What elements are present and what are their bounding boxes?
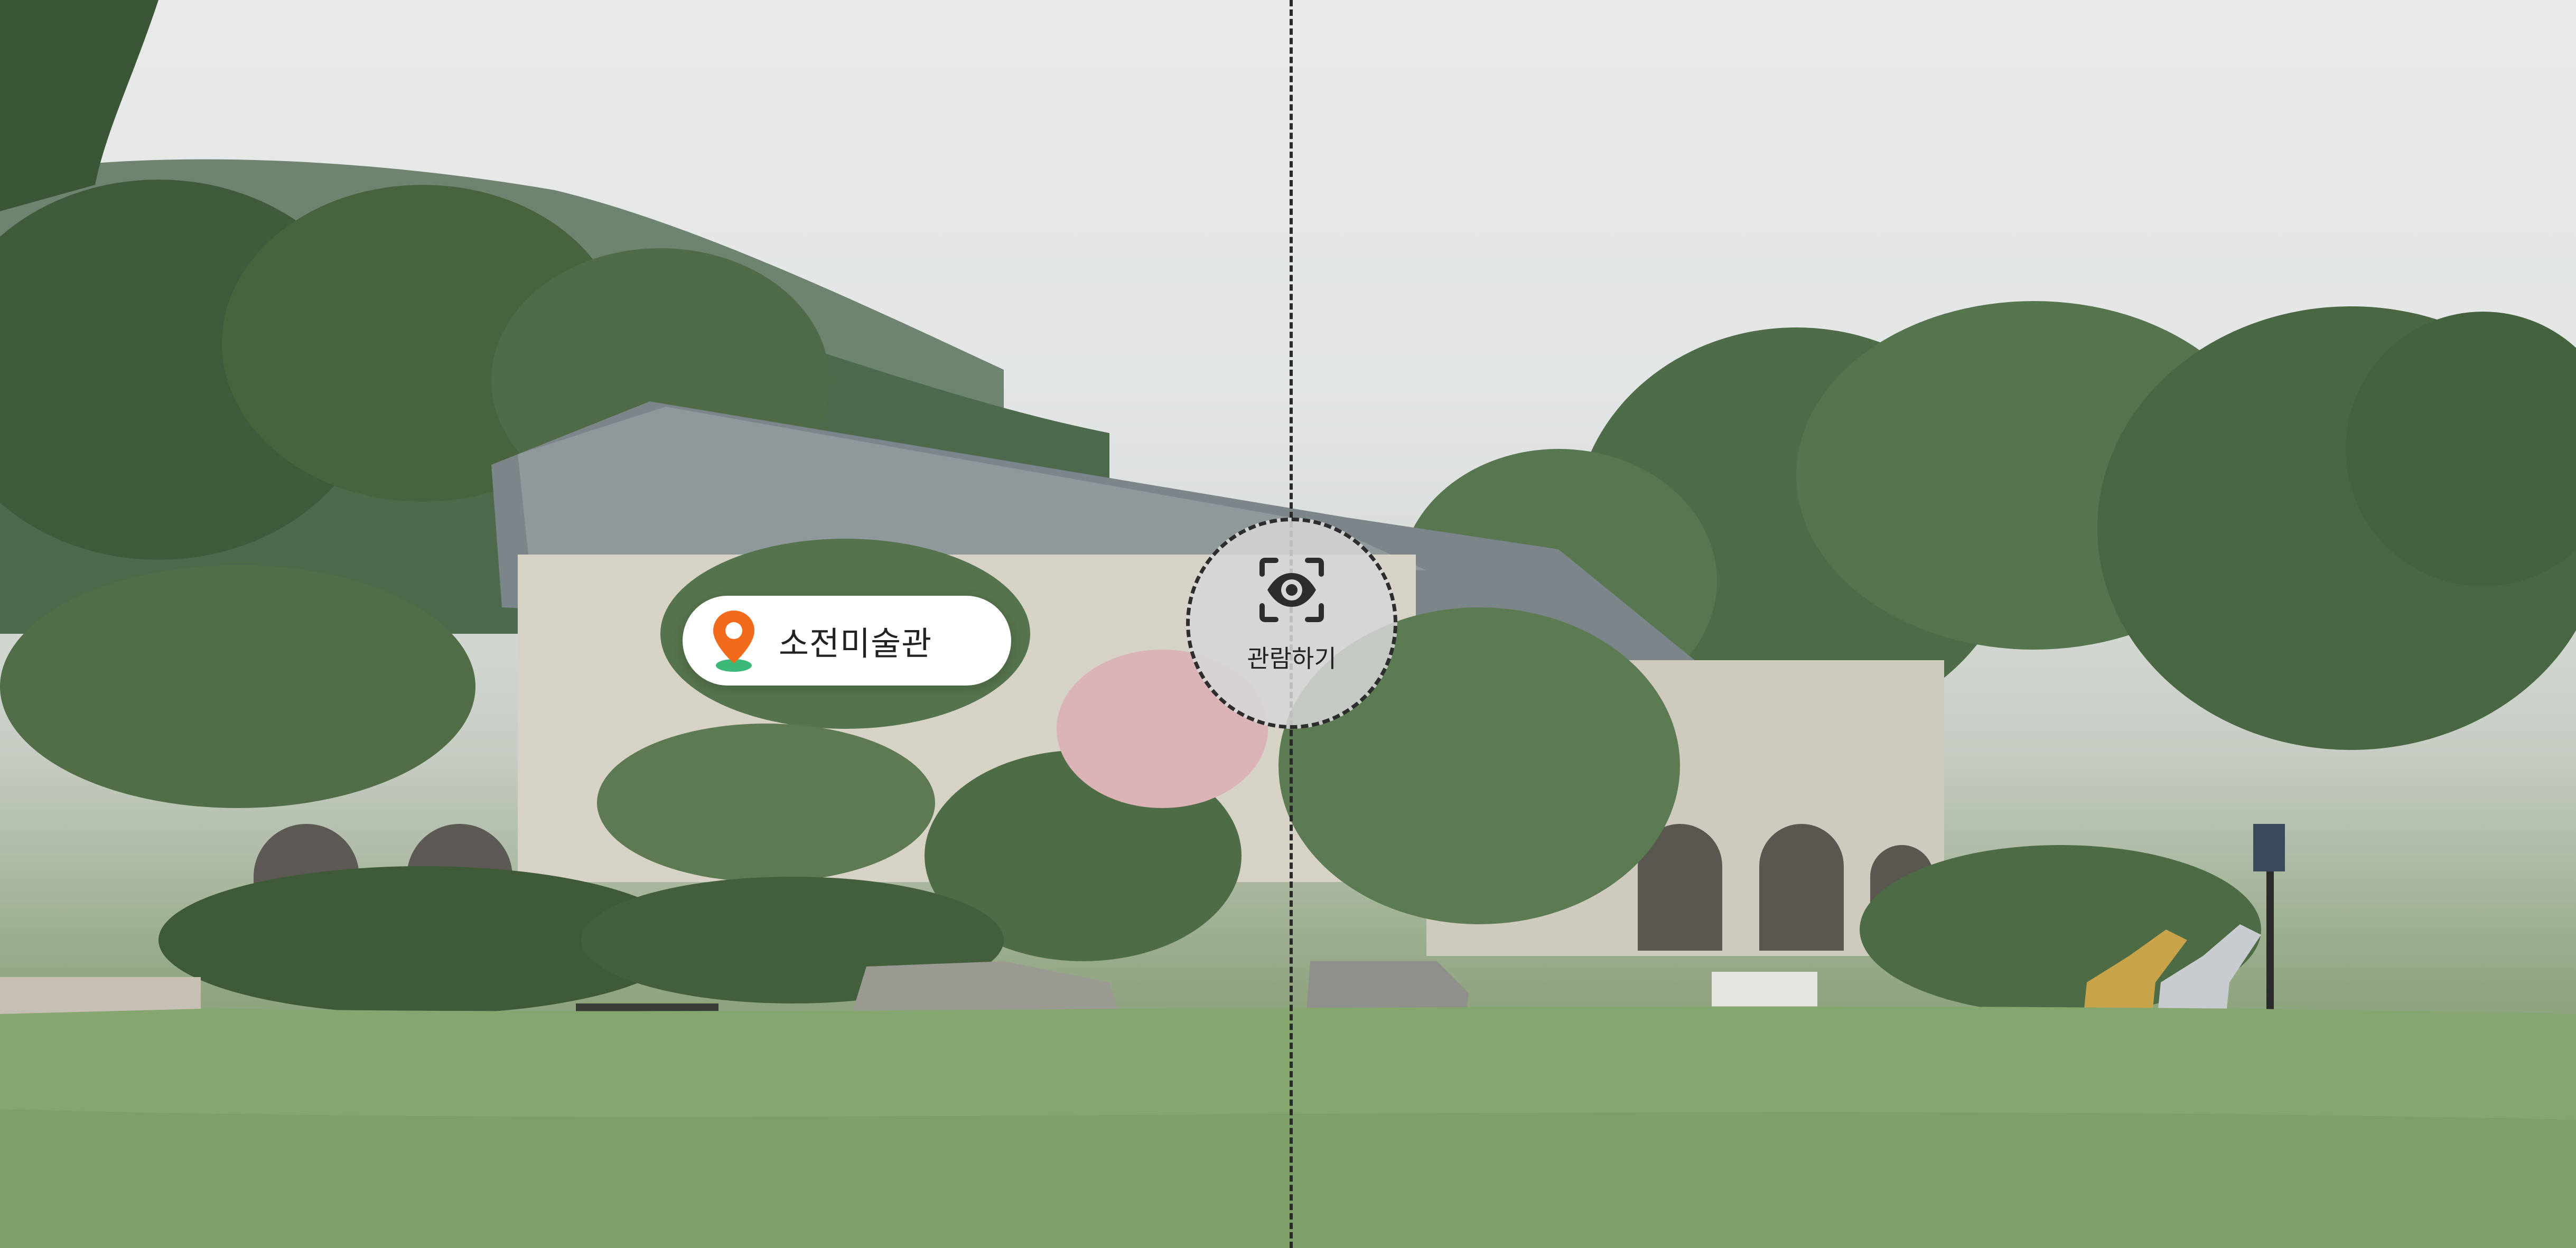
view-button[interactable]: 관람하기 [1186, 518, 1397, 729]
eye-scan-icon [1259, 558, 1324, 622]
view-button-label: 관람하기 [1247, 644, 1337, 673]
location-name: 소전미술관 [779, 624, 932, 663]
map-pin-icon [713, 611, 754, 672]
background-photo: 소전미술관 관람하기 [0, 0, 2576, 1248]
location-label-pill[interactable]: 소전미술관 [683, 596, 1011, 686]
